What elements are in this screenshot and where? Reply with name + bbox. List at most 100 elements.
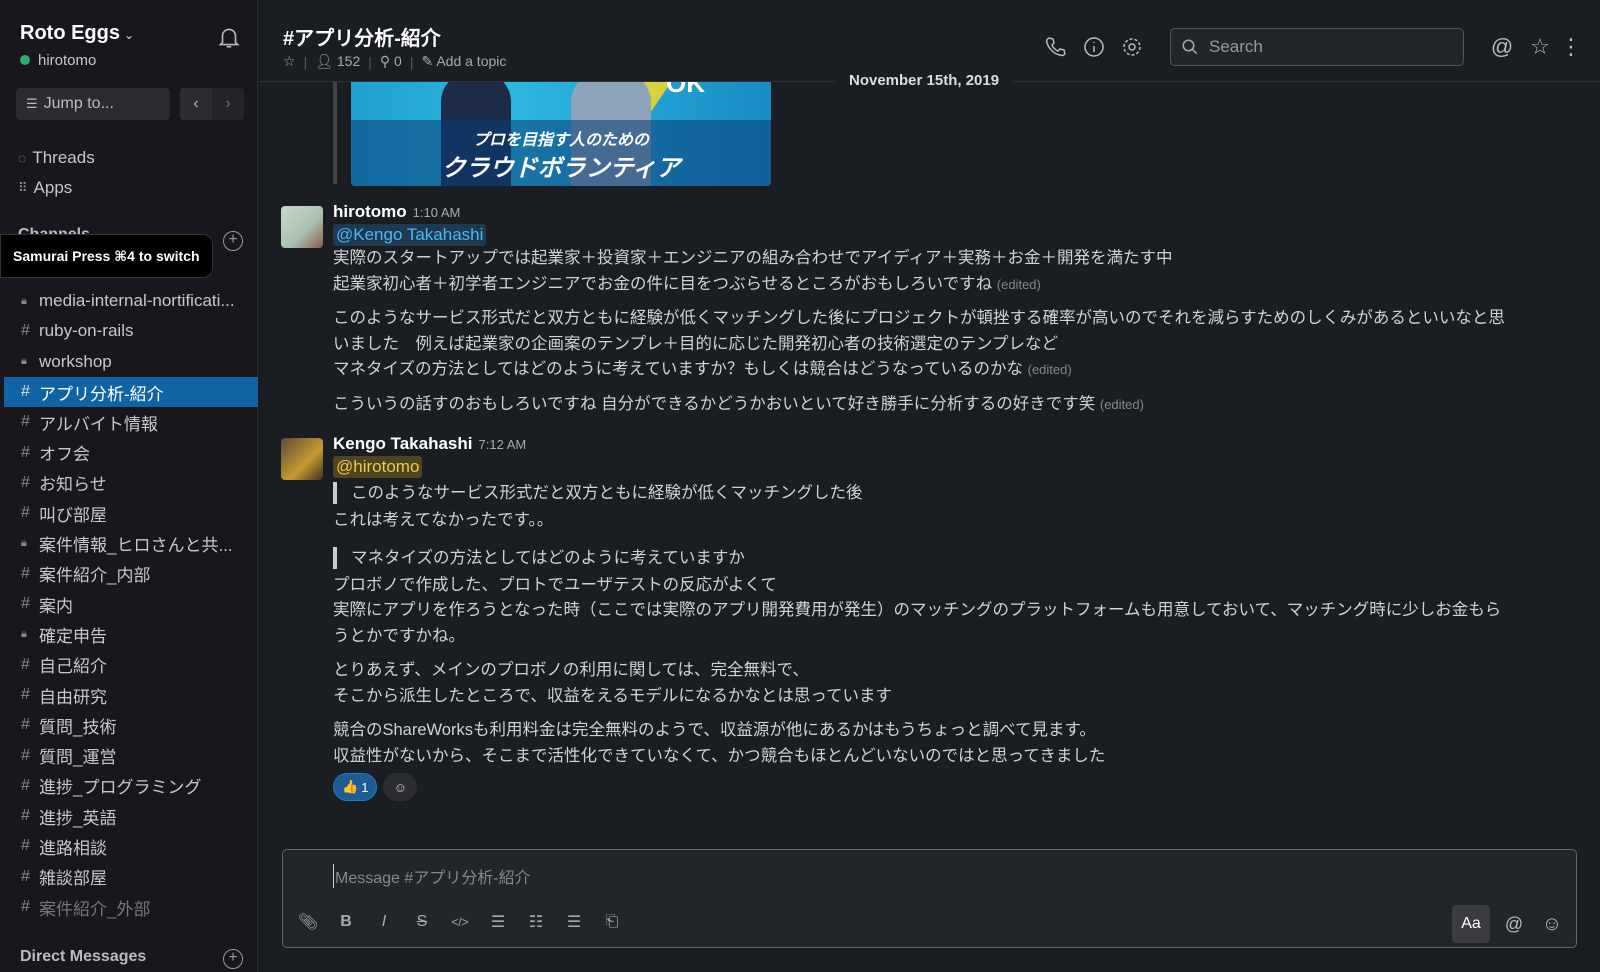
reaction-thumbs-up[interactable]: 👍 1 (333, 773, 378, 801)
sidebar-item-apps[interactable]: ⠿ Apps (18, 178, 72, 198)
sidebar-channel[interactable]: # オフ会 (4, 437, 258, 467)
channel-name: オフ会 (39, 445, 90, 465)
ordered-list-icon[interactable]: ☰ (487, 912, 509, 932)
avatar[interactable] (281, 206, 323, 248)
hash-icon: # (21, 837, 30, 855)
author-name[interactable]: hirotomo (333, 202, 407, 221)
jump-search-icon: ☰ (26, 96, 38, 111)
user-mention[interactable]: @hirotomo (333, 456, 423, 478)
back-button[interactable]: ‹ (180, 88, 212, 120)
format-toggle-button[interactable]: Aa (1452, 905, 1490, 943)
channel-header: #アプリ分析-紹介 ☆ | 👤︎ 152 | ⚲ 0 | ✎ Add a topic … (259, 0, 1600, 82)
timestamp[interactable]: 7:12 AM (479, 437, 527, 452)
sidebar-channel[interactable]: # アルバイト情報 (4, 407, 258, 437)
search-input[interactable]: Search (1170, 28, 1464, 66)
hash-icon: # (21, 898, 30, 916)
sidebar-channel[interactable]: # 案件紹介_外部 (4, 892, 258, 922)
message-line: プロボノで作成した、プロトでユーザテストの反応がよくて (333, 575, 777, 594)
pin-icon: ⚲ (379, 53, 391, 69)
status-dot (20, 55, 30, 65)
sidebar-channel[interactable]: 🔒︎ 確定申告 (4, 619, 258, 649)
bullet-list-icon[interactable]: ☷ (525, 912, 547, 932)
apps-grid-icon: ⠿ (18, 180, 28, 195)
info-icon[interactable] (1082, 35, 1106, 59)
sidebar-channel[interactable]: 🔒︎ workshop (4, 347, 258, 377)
hash-icon: # (21, 443, 30, 461)
sidebar-channel[interactable]: # 進路相談 (4, 831, 258, 861)
emoji-icon[interactable]: ☺ (1538, 913, 1566, 936)
chevron-down-icon: ⌄ (124, 28, 135, 42)
gear-icon[interactable] (1120, 35, 1144, 59)
attachment-image[interactable]: OK プロを目指す人のための クラウドボランティア (351, 82, 771, 186)
banner-corner-text: OK (666, 82, 705, 98)
bell-icon[interactable] (216, 24, 242, 50)
format-toolbar: 📎︎ B I S </> ☰ ☷ ☰ ⎗ (297, 912, 623, 932)
phone-icon[interactable] (1044, 35, 1068, 59)
members-button[interactable]: 👤︎ 152 (315, 53, 360, 70)
channel-name: アプリ分析-紹介 (39, 384, 164, 404)
bold-icon[interactable]: B (335, 913, 357, 931)
pins-button[interactable]: ⚲ 0 (380, 53, 402, 70)
mention-icon[interactable]: @ (1500, 914, 1528, 935)
attach-icon[interactable]: 📎︎ (297, 912, 319, 932)
italic-icon[interactable]: I (373, 913, 395, 931)
lock-icon: 🔒︎ (21, 355, 27, 368)
timestamp[interactable]: 1:10 AM (413, 205, 461, 220)
message: hirotomo 1:10 AM @Kengo Takahashi 実際のスタート… (281, 202, 1580, 417)
sidebar-channel[interactable]: # 自由研究 (4, 680, 258, 710)
channel-name: アルバイト情報 (39, 414, 158, 434)
channel-name: workshop (39, 351, 112, 371)
sidebar-channel[interactable]: # アプリ分析-紹介 (4, 376, 258, 408)
strikethrough-icon[interactable]: S (411, 913, 433, 931)
sidebar-channel[interactable]: # 案件紹介_内部 (4, 559, 258, 589)
sidebar-channel[interactable]: # お知らせ (4, 468, 258, 498)
channel-name: 進路相談 (39, 838, 107, 858)
message-line: そこから派生したところで、収益をえるモデルになるかなとは思っています (333, 686, 893, 705)
pencil-icon: ✎ (421, 53, 434, 69)
jump-to-button[interactable]: ☰ Jump to... (16, 88, 170, 120)
starred-icon[interactable]: ☆ (1528, 34, 1552, 59)
message-line: 実際のスタートアップでは起業家＋投資家＋エンジニアの組み合わせでアイディア＋実務… (333, 249, 1173, 267)
direct-messages-heading[interactable]: Direct Messages (20, 948, 146, 966)
channel-name: 自由研究 (39, 687, 107, 707)
channel-name: 確定申告 (39, 626, 107, 646)
star-icon[interactable]: ☆ (283, 53, 296, 70)
workspace-menu[interactable]: Roto Eggs ⌄ (20, 22, 134, 45)
user-mention[interactable]: @Kengo Takahashi (333, 224, 487, 246)
avatar[interactable] (281, 438, 323, 480)
author-name[interactable]: Kengo Takahashi (333, 434, 473, 453)
sidebar-channel[interactable]: # 進捗_英語 (4, 801, 258, 831)
forward-button[interactable]: › (212, 88, 244, 120)
lock-icon: 🔒︎ (21, 294, 27, 307)
more-icon[interactable]: ⋮ (1560, 34, 1582, 59)
sidebar-channel[interactable]: # 進捗_プログラミング (4, 771, 258, 801)
sidebar-channel[interactable]: 🔒︎ media-internal-nortificati... (4, 286, 258, 316)
sidebar-channel[interactable]: # 質問_運営 (4, 740, 258, 770)
channel-name: 質問_技術 (39, 717, 117, 737)
edited-label: (edited) (1099, 396, 1144, 412)
hash-icon: # (21, 746, 30, 764)
add-dm-icon[interactable]: + (223, 949, 243, 969)
sidebar-channel[interactable]: 🔒︎ 案件情報_ヒロさんと共... (4, 528, 258, 558)
sidebar-channel[interactable]: # 雑談部屋 (4, 862, 258, 892)
message-input[interactable]: Message #アプリ分析-紹介 (333, 864, 531, 888)
sidebar-channel[interactable]: # 自己紹介 (4, 650, 258, 680)
sidebar-channel[interactable]: # 叫び部屋 (4, 498, 258, 528)
blockquote: マネタイズの方法としてはどのように考えていますか (333, 546, 1580, 569)
channel-title[interactable]: #アプリ分析-紹介 (283, 22, 441, 51)
add-channel-icon[interactable]: + (223, 231, 243, 251)
message-composer[interactable]: Message #アプリ分析-紹介 📎︎ B I S </> ☰ ☷ ☰ ⎗ A… (282, 849, 1577, 948)
date-divider: November 15th, 2019 (835, 72, 1014, 89)
blockquote-icon[interactable]: ☰ (563, 912, 585, 932)
code-block-icon[interactable]: ⎗ (601, 913, 623, 931)
sidebar-channel[interactable]: # ruby-on-rails (4, 316, 258, 346)
sidebar-channel[interactable]: # 案内 (4, 589, 258, 619)
mentions-icon[interactable]: @ (1490, 34, 1514, 59)
add-topic-button[interactable]: ✎ Add a topic (421, 53, 506, 70)
header-actions: Search @ ☆ ⋮ (1044, 28, 1582, 66)
add-reaction-icon[interactable]: ☺ (383, 773, 418, 801)
code-icon[interactable]: </> (449, 915, 471, 929)
sidebar-item-threads[interactable]: ◌ Threads (18, 148, 95, 168)
sidebar-channel[interactable]: # 質問_技術 (4, 710, 258, 740)
message-line: マネタイズの方法としてはどのように考えていますか？もしくは競合はどうなっているの… (333, 360, 1024, 378)
